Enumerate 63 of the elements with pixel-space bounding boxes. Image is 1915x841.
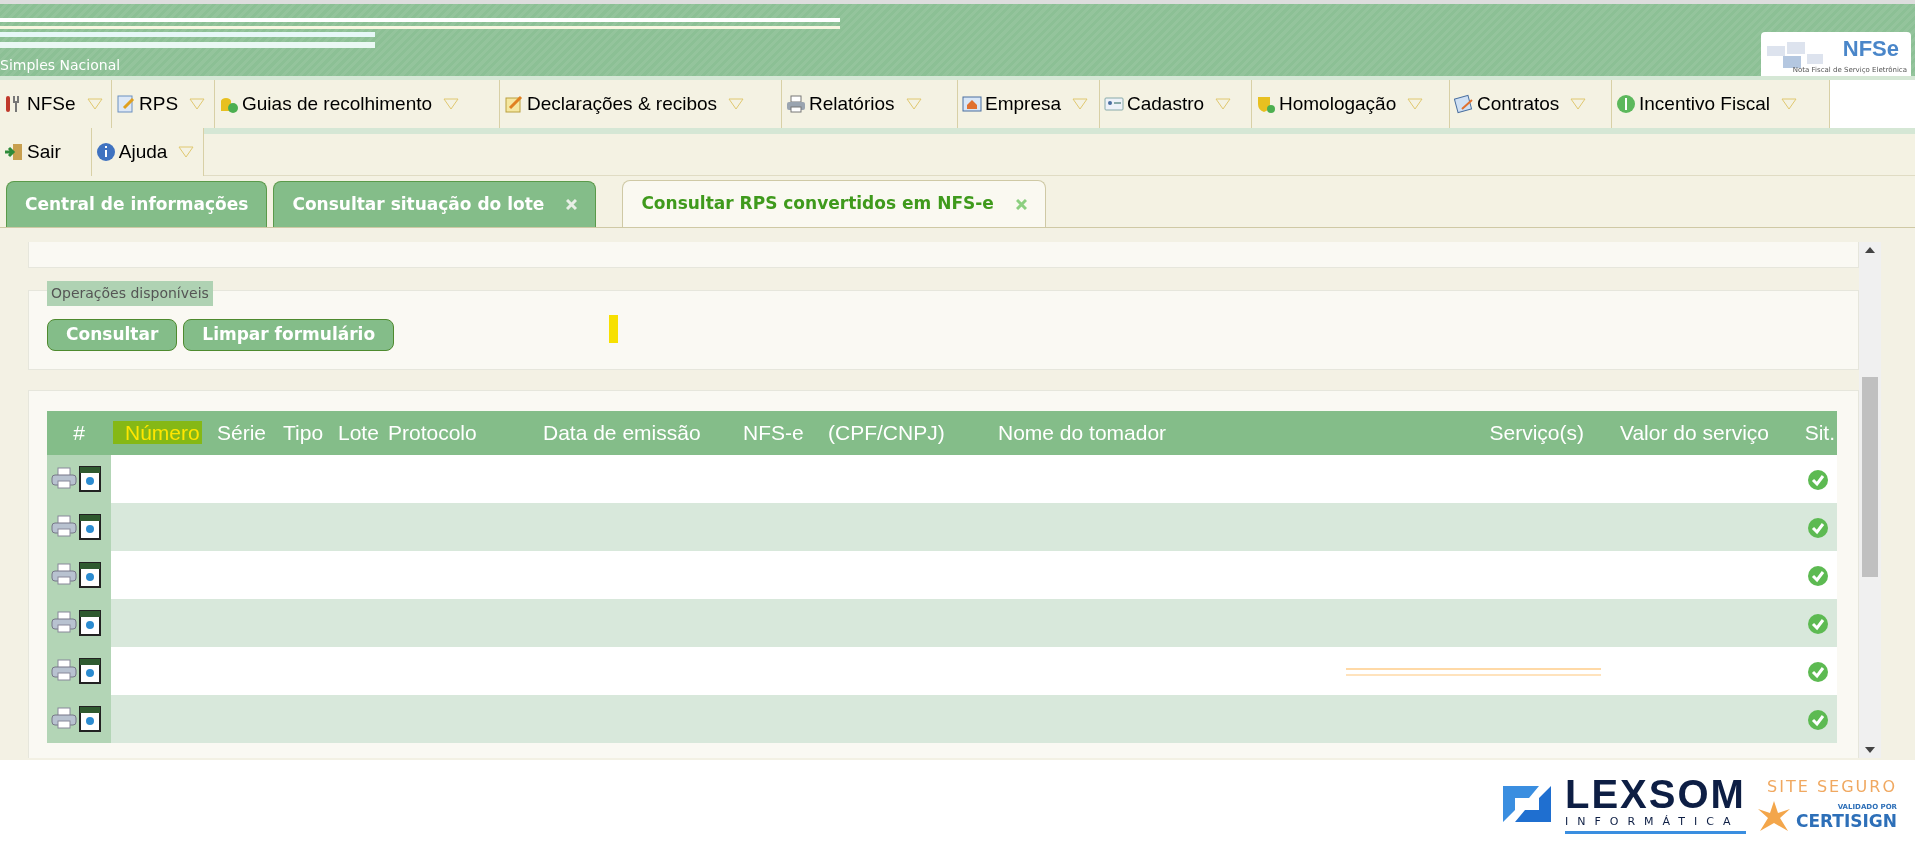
caret-icon [1780,98,1797,110]
panel-legend: Operações disponíveis [47,281,213,306]
caret-icon [1407,98,1424,110]
column-header[interactable]: Data de emissão [541,411,741,455]
column-header[interactable]: Série [215,411,281,455]
menu-item[interactable]: Declarações & recibos [500,80,782,128]
document-icon[interactable] [79,514,101,540]
scrollbar[interactable] [1859,242,1881,758]
info-icon [95,142,116,162]
menu-item[interactable]: NFSe [0,80,112,128]
action-button[interactable]: Limpar formulário [183,319,395,351]
menu-item[interactable]: Relatórios [782,80,958,128]
document-icon[interactable] [79,706,101,732]
clipboard-icon [1454,94,1474,114]
caret-icon [1570,98,1587,110]
document-icon [116,94,136,114]
exit-door-icon [4,142,24,162]
menu-item[interactable]: Cadastro [1100,80,1252,128]
menu-item[interactable]: Guias de recolhimento [215,80,500,128]
column-header[interactable]: NFS-e [741,411,826,455]
document-icon[interactable] [79,610,101,636]
action-button[interactable]: Consultar [47,319,178,351]
menu-item[interactable]: Incentivo Fiscal [1612,80,1830,128]
menu-item[interactable]: Contratos [1450,80,1612,128]
column-header[interactable]: Número [111,411,215,455]
caret-icon [905,98,922,110]
document-icon[interactable] [79,466,101,492]
menu-item[interactable]: RPS [112,80,215,128]
caret-icon [443,98,460,110]
marker-bar [609,315,618,343]
menu-item[interactable]: Homologação [1252,80,1450,128]
caret-icon [178,146,195,158]
caret-icon [1215,98,1232,110]
document-icon[interactable] [79,562,101,588]
column-header[interactable]: Nome do tomador [996,411,1466,455]
printer-icon [786,94,806,114]
house-icon [962,94,982,114]
caret-icon [1072,98,1089,110]
document-icon[interactable] [79,658,101,684]
column-header[interactable]: Sit. [1771,411,1837,455]
column-header[interactable]: # [47,411,111,455]
menu-item[interactable]: Empresa [958,80,1100,128]
caret-icon [86,98,103,110]
document-icon [504,94,524,114]
caret-icon [728,98,745,110]
menu-item[interactable]: Ajuda [91,128,204,176]
column-header[interactable]: Valor do serviço [1586,411,1771,455]
id-card-icon [1104,94,1124,114]
column-header[interactable]: Tipo [281,411,336,455]
lexsom-logo: LEXSOM INFORMÁTICA [1499,774,1746,834]
coin-icon [1616,94,1636,114]
column-header[interactable]: (CPF/CNPJ) [826,411,996,455]
close-icon[interactable] [1015,198,1027,210]
caret-icon [189,98,206,110]
column-header[interactable]: Lote [336,411,386,455]
column-header[interactable]: Serviço(s) [1466,411,1586,455]
tab[interactable]: Central de informações [6,181,268,227]
shield-icon [1256,94,1276,114]
header-subtitle: Simples Nacional [0,56,121,75]
column-header[interactable]: Protocolo [386,411,541,455]
tab[interactable]: Consultar situação do lote [273,181,597,227]
tab[interactable]: Consultar RPS convertidos em NFS-e [622,180,1046,227]
menu-item[interactable]: Sair [0,128,92,176]
